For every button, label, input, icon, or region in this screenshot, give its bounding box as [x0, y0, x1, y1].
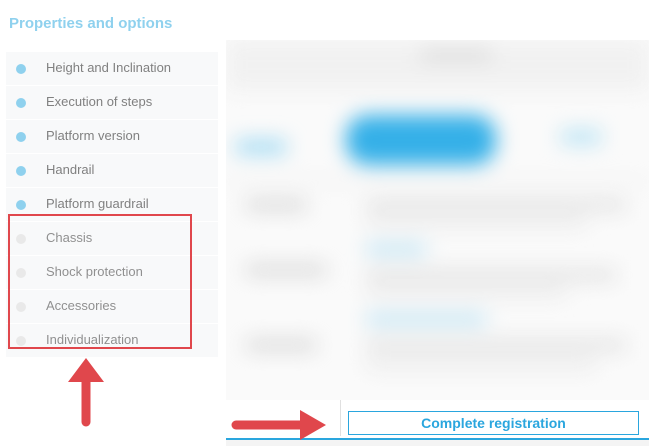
annotation-highlight-box	[8, 214, 192, 349]
complete-registration-button[interactable]: Complete registration	[348, 411, 639, 435]
footer-divider	[340, 400, 341, 436]
step-label: Handrail	[46, 162, 95, 177]
step-complete-dot-icon	[16, 98, 26, 108]
step-height-and-inclination[interactable]: Height and Inclination	[6, 52, 218, 86]
step-label: Platform guardrail	[46, 196, 149, 211]
step-execution-of-steps[interactable]: Execution of steps	[6, 86, 218, 120]
right-arrow-icon	[231, 410, 326, 440]
step-complete-dot-icon	[16, 64, 26, 74]
up-arrow-icon	[68, 358, 104, 427]
step-handrail[interactable]: Handrail	[6, 154, 218, 188]
step-label: Execution of steps	[46, 94, 153, 109]
step-complete-dot-icon	[16, 166, 26, 176]
step-complete-dot-icon	[16, 132, 26, 142]
sidebar-title: Properties and options	[9, 15, 173, 32]
step-label: Platform version	[46, 128, 140, 143]
step-label: Height and Inclination	[46, 60, 172, 75]
blurred-content-area	[226, 40, 649, 400]
step-complete-dot-icon	[16, 200, 26, 210]
step-platform-version[interactable]: Platform version	[6, 120, 218, 154]
